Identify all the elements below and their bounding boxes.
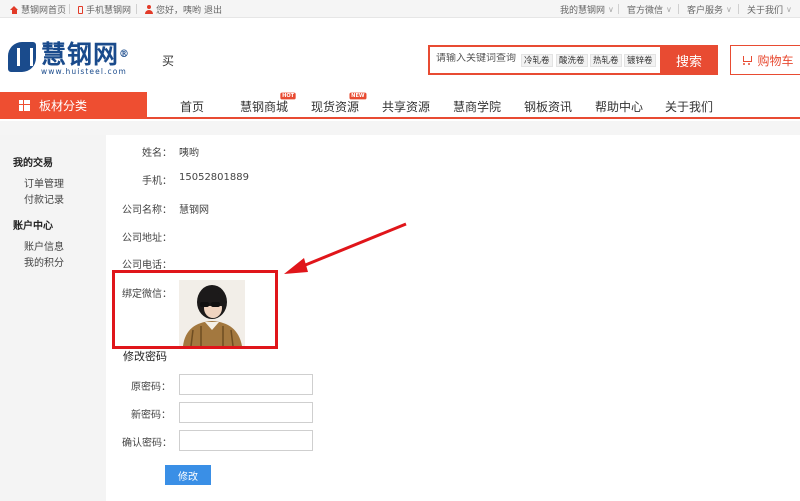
annotation-arrow-icon	[284, 222, 407, 274]
chevron-down-icon: ∨	[608, 5, 614, 14]
search-button[interactable]: 搜索	[660, 45, 718, 75]
user-greeting: 您好，咦哟 退出	[145, 3, 222, 16]
search-box: 冷轧卷 酸洗卷 热轧卷 镀锌卷	[428, 45, 660, 75]
nav-item-shared[interactable]: 共享资源	[382, 98, 430, 115]
phone-label: 手机：	[142, 176, 172, 187]
mobile-link-label: 手机慧钢网	[86, 6, 132, 16]
user-icon	[145, 5, 153, 14]
nav-item-home[interactable]: 首页	[180, 98, 204, 115]
address-label: 公司地址：	[122, 233, 172, 244]
wechat-bind-label: 绑定微信：	[122, 289, 172, 300]
search-input[interactable]	[436, 53, 522, 64]
my-account-label: 我的慧钢网	[560, 6, 606, 16]
chevron-down-icon: ∨	[786, 5, 792, 14]
header: 慧钢网® www.huisteel.com 买 冷轧卷 酸洗卷 热轧卷 镀锌卷 …	[0, 18, 800, 92]
service-label: 客户服务	[687, 6, 724, 16]
nav-item-spot[interactable]: 现货资源 NEW	[311, 92, 367, 115]
nav-item-mall[interactable]: 慧钢商城 HOT	[240, 92, 296, 115]
hot-badge: HOT	[280, 92, 296, 100]
about-menu[interactable]: 关于我们 ∨	[747, 3, 792, 16]
nav-item-label: 慧钢商城	[240, 100, 289, 114]
nav-item-help[interactable]: 帮助中心	[595, 98, 643, 115]
logout-link[interactable]: 退出	[204, 3, 222, 16]
name-label: 姓名：	[142, 148, 172, 159]
logo-url: www.huisteel.com	[41, 67, 127, 76]
site-logo[interactable]: 慧钢网® www.huisteel.com	[8, 42, 130, 76]
change-password-button[interactable]: 修改	[165, 465, 211, 485]
top-bar: 慧钢网首页 手机慧钢网 您好，咦哟 退出 我的慧钢网 ∨ 官方微信 ∨ 客户服务…	[0, 0, 800, 18]
new-password-label: 新密码：	[131, 410, 171, 421]
hot-tag[interactable]: 热轧卷	[590, 54, 622, 67]
my-account-menu[interactable]: 我的慧钢网 ∨	[560, 3, 614, 16]
hot-tag[interactable]: 镀锌卷	[624, 54, 656, 67]
nav-item-about[interactable]: 关于我们	[665, 98, 713, 115]
password-section-title: 修改密码	[123, 350, 167, 363]
confirm-password-input[interactable]	[179, 430, 313, 451]
sidebar-section-title: 账户中心	[13, 221, 53, 232]
nav-item-academy[interactable]: 慧商学院	[453, 98, 501, 115]
sidebar-item-orders[interactable]: 订单管理	[24, 175, 64, 190]
new-password-input[interactable]	[179, 402, 313, 423]
chevron-down-icon: ∨	[726, 5, 732, 14]
nav-item-news[interactable]: 钢板资讯	[524, 98, 572, 115]
wechat-avatar	[179, 280, 245, 346]
greeting-text: 您好，咦哟	[156, 6, 202, 16]
chevron-down-icon: ∨	[666, 5, 672, 14]
confirm-password-label: 确认密码：	[122, 438, 172, 449]
cart-label: 购物车	[757, 53, 794, 68]
category-grid-icon	[19, 100, 30, 111]
service-menu[interactable]: 客户服务 ∨	[687, 3, 732, 16]
company-value: 慧钢网	[179, 205, 209, 216]
content-band	[0, 121, 800, 135]
category-menu[interactable]: 板材分类	[0, 92, 147, 119]
tel-label: 公司电话：	[122, 260, 172, 271]
phone-icon	[78, 5, 83, 14]
logo-icon	[8, 42, 36, 72]
category-label: 板材分类	[39, 99, 88, 113]
phone-value: 15052801889	[179, 172, 249, 183]
new-badge: NEW	[349, 92, 367, 100]
cart-button[interactable]: 购物车	[730, 45, 800, 75]
registered-mark: ®	[119, 49, 131, 60]
hot-tag[interactable]: 冷轧卷	[521, 54, 553, 67]
cart-icon	[741, 55, 753, 65]
main-nav: 板材分类 首页 慧钢商城 HOT 现货资源 NEW 共享资源 慧商学院 钢板资讯…	[0, 92, 800, 119]
home-link-label: 慧钢网首页	[21, 6, 67, 16]
mobile-link[interactable]: 手机慧钢网	[78, 3, 131, 16]
header-tagline: 买	[162, 54, 175, 68]
wechat-label: 官方微信	[627, 6, 664, 16]
old-password-input[interactable]	[179, 374, 313, 395]
sidebar-section-title: 我的交易	[13, 158, 53, 169]
nav-item-label: 现货资源	[311, 100, 360, 114]
sidebar: 我的交易 订单管理 付款记录 账户中心 账户信息 我的积分	[0, 135, 106, 501]
logo-name: 慧钢网	[41, 40, 120, 69]
company-label: 公司名称：	[122, 205, 172, 216]
home-icon	[10, 5, 18, 14]
home-link[interactable]: 慧钢网首页	[10, 3, 66, 16]
sidebar-item-points[interactable]: 我的积分	[24, 254, 64, 269]
about-label: 关于我们	[747, 6, 784, 16]
name-value: 咦哟	[179, 148, 199, 159]
sidebar-item-account-info[interactable]: 账户信息	[24, 238, 64, 253]
old-password-label: 原密码：	[131, 382, 171, 393]
hot-tag[interactable]: 酸洗卷	[556, 54, 588, 67]
wechat-menu[interactable]: 官方微信 ∨	[627, 3, 672, 16]
sidebar-item-payments[interactable]: 付款记录	[24, 191, 64, 206]
